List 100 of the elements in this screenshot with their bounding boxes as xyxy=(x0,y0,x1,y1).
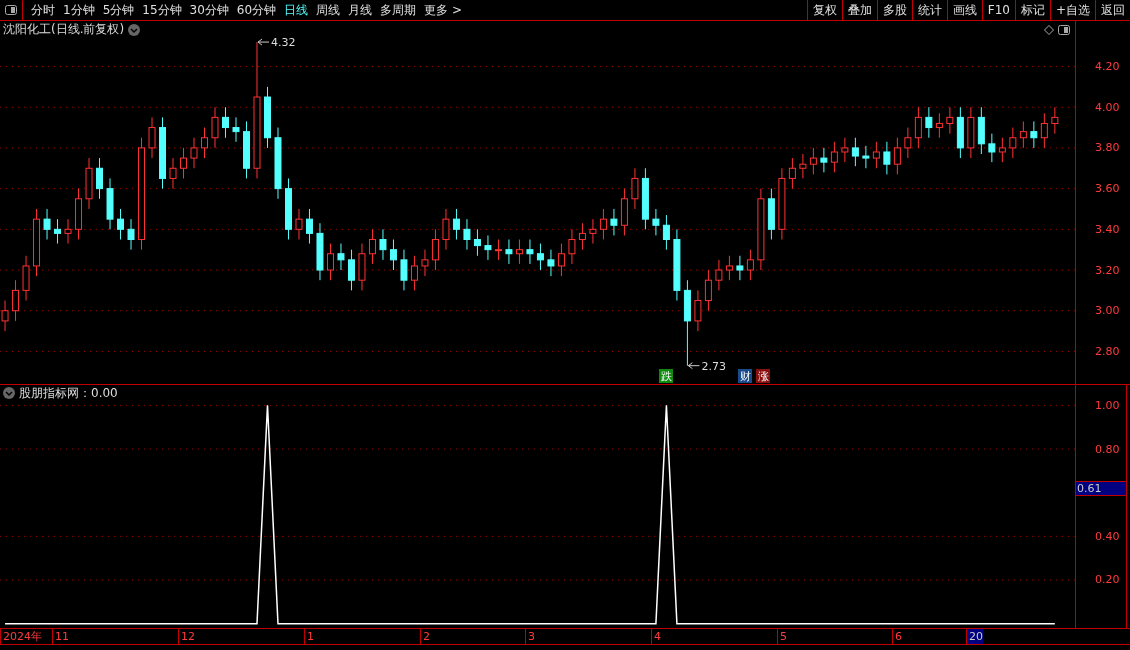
candlestick xyxy=(725,255,733,281)
candlestick xyxy=(620,188,628,236)
date-axis-label: 1 xyxy=(304,629,314,644)
candlestick xyxy=(494,239,502,261)
toolbar-button[interactable]: +自选 xyxy=(1049,0,1095,20)
price-axis-label: 4.00 xyxy=(1095,100,1120,114)
diamond-icon[interactable] xyxy=(1044,24,1054,35)
toolbar-button[interactable]: 复权 xyxy=(806,0,842,20)
candlestick xyxy=(306,208,313,245)
period-tab[interactable]: 月线 xyxy=(344,1,377,19)
candlestick xyxy=(327,243,334,281)
panel-toggle-icon[interactable] xyxy=(1058,24,1070,35)
annotation: 2.73 xyxy=(701,359,726,373)
candlestick xyxy=(715,259,723,291)
candlestick xyxy=(316,222,324,281)
candlestick xyxy=(830,141,838,173)
candlestick xyxy=(547,249,555,277)
candlestick xyxy=(1,300,9,332)
period-tab[interactable]: 分时 xyxy=(27,1,59,19)
period-tab[interactable]: 1分钟 xyxy=(59,1,99,19)
dropdown-icon[interactable] xyxy=(128,23,141,36)
price-callout: 2.73 xyxy=(687,359,726,373)
candlestick xyxy=(106,177,114,230)
candlestick xyxy=(704,269,712,312)
candlestick xyxy=(851,137,859,167)
candlestick xyxy=(998,137,1006,163)
panel-toggle-icon[interactable] xyxy=(5,5,17,15)
period-tab[interactable]: 15分钟 xyxy=(138,1,186,19)
candlestick xyxy=(767,188,775,240)
candlestick xyxy=(799,153,807,179)
cursor-value-label: 0.61 xyxy=(1075,481,1127,497)
period-tab[interactable]: 5分钟 xyxy=(98,1,139,19)
candlestick xyxy=(946,106,954,135)
price-axis-label: 3.00 xyxy=(1095,304,1120,318)
candlestick xyxy=(862,145,870,169)
candlestick xyxy=(505,239,513,265)
candlestick xyxy=(96,157,103,200)
candlestick xyxy=(788,157,796,190)
period-tab[interactable]: 更多 > xyxy=(420,1,466,19)
candlestick xyxy=(389,239,397,271)
candlestick xyxy=(348,249,355,291)
candlestick xyxy=(473,228,481,257)
candlestick xyxy=(127,218,135,251)
date-axis-label: 2 xyxy=(420,629,430,644)
candlestick xyxy=(222,106,229,139)
candlestick xyxy=(243,120,250,179)
event-badge[interactable]: 涨 xyxy=(756,369,770,383)
candlestick xyxy=(746,249,754,281)
event-badge[interactable]: 跌 xyxy=(659,369,673,383)
candlestick xyxy=(641,167,649,230)
candlestick xyxy=(1009,127,1017,159)
candlestick xyxy=(977,106,985,155)
candlestick xyxy=(180,147,187,179)
candlestick xyxy=(54,218,62,245)
candlestick xyxy=(169,157,177,190)
dropdown-icon[interactable] xyxy=(3,387,15,399)
candlestick xyxy=(12,279,20,322)
candlestick xyxy=(557,243,565,277)
date-axis-label: 12 xyxy=(178,629,195,644)
period-tab[interactable]: 日线 xyxy=(280,1,313,19)
date-axis-label: 2024年 xyxy=(0,629,42,644)
candlestick xyxy=(914,106,922,149)
candlestick xyxy=(736,255,744,281)
toolbar-button[interactable]: 画线 xyxy=(946,0,982,20)
period-tab[interactable]: 60分钟 xyxy=(232,1,281,19)
toolbar-button[interactable]: F10 xyxy=(981,0,1015,20)
candlestick xyxy=(1051,106,1059,135)
candlestick xyxy=(484,234,492,261)
price-axis-label: 3.80 xyxy=(1095,141,1120,155)
candlestick xyxy=(515,239,523,265)
price-axis-label: 3.40 xyxy=(1095,222,1120,236)
period-tab[interactable]: 30分钟 xyxy=(185,1,233,19)
price-axis-label: 3.60 xyxy=(1095,182,1120,196)
candlestick xyxy=(904,127,912,159)
candlestick xyxy=(442,208,450,251)
period-tab[interactable]: 多周期 xyxy=(376,1,421,19)
candlestick xyxy=(536,243,544,271)
candlestick xyxy=(368,228,376,265)
indicator-axis-label: 1.00 xyxy=(1095,401,1120,412)
candlestick xyxy=(463,218,471,251)
candlestick xyxy=(967,106,975,159)
candlestick xyxy=(379,228,387,261)
toolbar-button[interactable]: 返回 xyxy=(1095,0,1130,20)
event-badge[interactable]: 财 xyxy=(738,369,752,383)
candlestick xyxy=(956,106,964,159)
annotation: 4.32 xyxy=(270,36,296,50)
candlestick xyxy=(809,147,817,175)
candlestick xyxy=(43,208,51,240)
candlestick xyxy=(935,112,943,139)
period-tab[interactable]: 周线 xyxy=(312,1,345,19)
candlestick xyxy=(610,208,618,236)
toolbar-button[interactable]: 叠加 xyxy=(841,0,877,20)
date-axis-label: 11 xyxy=(52,629,69,644)
candlestick xyxy=(22,255,30,302)
toolbar-button[interactable]: 统计 xyxy=(911,0,947,20)
candlestick xyxy=(652,208,660,236)
toolbar-button[interactable]: 标记 xyxy=(1014,0,1050,20)
candlestick xyxy=(1040,112,1048,149)
candlestick xyxy=(631,167,639,210)
toolbar-button[interactable]: 多股 xyxy=(876,0,912,20)
